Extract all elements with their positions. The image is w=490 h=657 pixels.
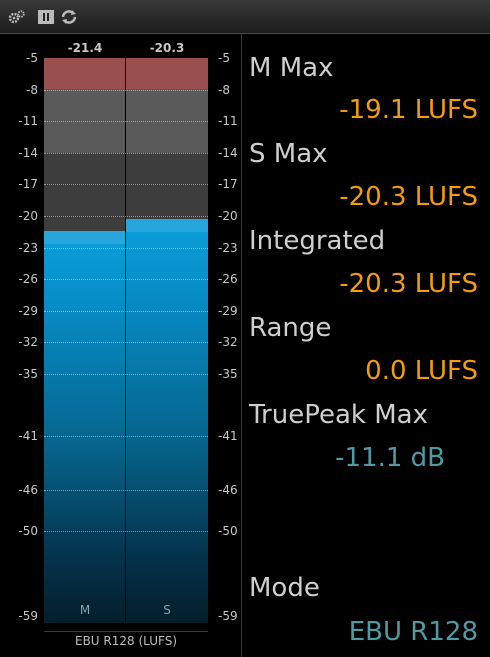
grid-line xyxy=(44,490,208,491)
scale-tick-left: -46 xyxy=(18,483,38,497)
scale-tick-right: -35 xyxy=(218,367,238,381)
s-max-label: S Max xyxy=(249,139,328,169)
scale-tick-right: -41 xyxy=(218,429,238,443)
grid-line xyxy=(44,531,208,532)
s-channel-label: S xyxy=(163,603,171,617)
scale-tick-right: -46 xyxy=(218,483,238,497)
mode-value[interactable]: EBU R128 xyxy=(349,617,478,647)
scale-tick-right: -5 xyxy=(218,51,230,65)
grid-line xyxy=(44,184,208,186)
scale-tick-left: -8 xyxy=(26,82,38,97)
scale-tick-right: -59 xyxy=(218,609,238,623)
scale-tick-left: -35 xyxy=(18,367,38,381)
integrated-value: -20.3 LUFS xyxy=(339,269,478,299)
grid-line xyxy=(44,216,208,217)
truepeak-max-value: -11.1 dB xyxy=(335,443,445,473)
integrated-label: Integrated xyxy=(249,226,386,256)
grid-line xyxy=(44,247,208,249)
scale-tick-right: -20 xyxy=(218,209,238,223)
m-channel-label: M xyxy=(79,603,91,617)
grid-line xyxy=(44,342,208,344)
truepeak-max-label: TruePeak Max xyxy=(249,400,428,430)
mode-label: Mode xyxy=(249,573,320,603)
scale-tick-left: -32 xyxy=(18,335,38,350)
refresh-icon[interactable] xyxy=(60,9,78,25)
scale-tick-left: -20 xyxy=(18,209,38,223)
panel-divider xyxy=(241,34,242,657)
scale-tick-left: -11 xyxy=(18,114,38,129)
s-max-value: -20.3 LUFS xyxy=(339,182,478,212)
scale-tick-left: -41 xyxy=(18,429,38,443)
grid-line xyxy=(44,436,208,437)
m-max-label: M Max xyxy=(249,53,334,83)
scale-tick-left: -29 xyxy=(18,303,38,318)
scale-tick-right: -17 xyxy=(218,177,238,192)
scale-tick-right: -8 xyxy=(218,82,230,97)
settings-icon[interactable] xyxy=(8,9,26,25)
m-level-fill xyxy=(44,230,126,623)
m-level-top xyxy=(44,230,126,244)
scale-tick-right: -29 xyxy=(218,303,238,318)
range-label: Range xyxy=(249,313,332,343)
grid-line xyxy=(44,374,208,375)
s-level-top xyxy=(126,219,208,233)
grid-line xyxy=(44,89,208,91)
scale-tick-left: -14 xyxy=(18,145,38,160)
s-peak-value: -20.3 xyxy=(149,41,185,55)
scale-label: EBU R128 (LUFS) xyxy=(44,631,208,648)
grid-line xyxy=(44,310,208,312)
m-peak-value: -21.4 xyxy=(67,41,103,55)
pause-icon[interactable] xyxy=(37,9,55,25)
scale-tick-left: -50 xyxy=(18,524,38,538)
grid-line xyxy=(44,121,208,123)
channel-divider xyxy=(125,58,126,623)
range-value: 0.0 LUFS xyxy=(365,356,478,386)
scale-tick-right: -50 xyxy=(218,524,238,538)
scale-tick-left: -23 xyxy=(18,240,38,255)
scale-tick-left: -17 xyxy=(18,177,38,192)
scale-tick-right: -26 xyxy=(218,272,238,287)
grid-line xyxy=(44,152,208,154)
scale-tick-right: -23 xyxy=(218,240,238,255)
scale-tick-right: -32 xyxy=(218,335,238,350)
scale-tick-right: -14 xyxy=(218,145,238,160)
toolbar xyxy=(0,0,490,34)
m-max-value: -19.1 LUFS xyxy=(339,95,478,125)
s-meter-bar xyxy=(126,58,208,623)
m-meter-bar xyxy=(44,58,126,623)
scale-tick-left: -59 xyxy=(18,609,38,623)
grid-line xyxy=(44,279,208,281)
scale-tick-left: -26 xyxy=(18,272,38,287)
scale-tick-right: -11 xyxy=(218,114,238,129)
scale-tick-left: -5 xyxy=(26,51,38,65)
